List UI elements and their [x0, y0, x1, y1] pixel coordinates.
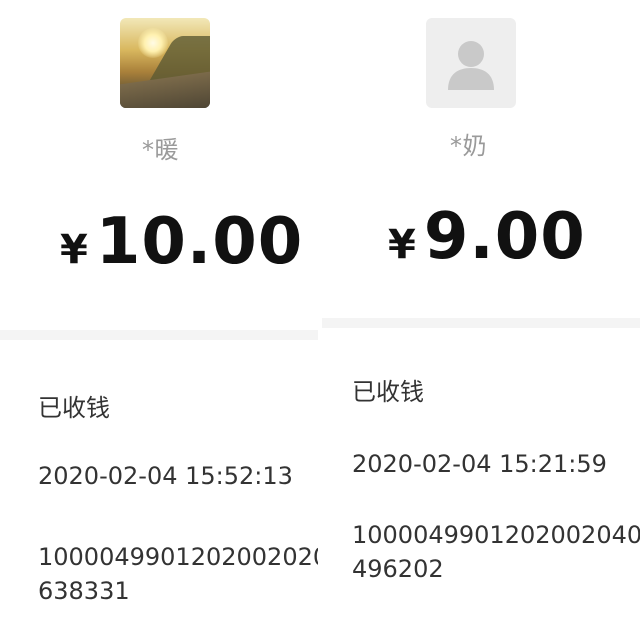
payer-name: *暖 [142, 136, 179, 164]
transaction-id-line-2: 638331 [38, 577, 130, 605]
payment-receipt-right: *奶 ¥ 9.00 已收钱 2020-02-04 15:21:59 100004… [322, 0, 640, 640]
transaction-id: 1000049901202002040 496202 [352, 518, 640, 586]
transaction-id-line-1: 1000049901202002040 [352, 521, 640, 549]
transaction-id: 1000049901202002020 638331 [38, 540, 318, 608]
amount-value: 10.00 [95, 205, 304, 279]
transaction-id-line-1: 1000049901202002020 [38, 543, 318, 571]
currency-symbol: ¥ [60, 227, 88, 273]
payer-avatar-landscape-icon [120, 18, 210, 108]
payment-time: 2020-02-04 15:52:13 [38, 462, 293, 490]
section-divider [0, 330, 318, 340]
payment-status: 已收钱 [38, 394, 110, 422]
payment-receipt-left: *暖 ¥ 10.00 已收钱 2020-02-04 15:52:13 10000… [0, 0, 318, 640]
payment-time: 2020-02-04 15:21:59 [352, 450, 607, 478]
amount-value: 9.00 [423, 200, 586, 274]
default-user-avatar-icon [426, 18, 516, 108]
transaction-id-line-2: 496202 [352, 555, 444, 583]
section-divider [322, 318, 640, 328]
currency-symbol: ¥ [388, 222, 416, 268]
payment-amount: ¥ 10.00 [60, 205, 303, 279]
payment-amount: ¥ 9.00 [388, 200, 586, 274]
payment-status: 已收钱 [352, 378, 424, 406]
payer-name: *奶 [450, 132, 487, 160]
